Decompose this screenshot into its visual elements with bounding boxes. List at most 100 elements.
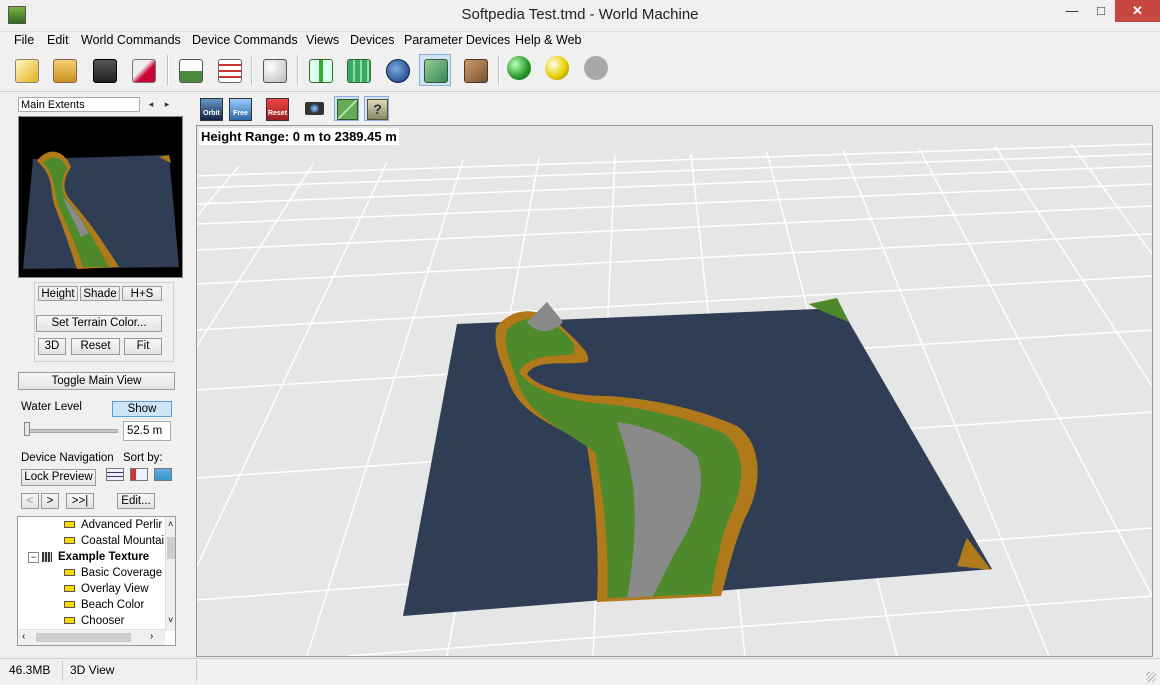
tree-item[interactable]: Beach Color — [64, 597, 144, 613]
height-shade-button[interactable]: H+S — [122, 286, 162, 301]
sort-list-icon[interactable] — [106, 468, 124, 481]
terrain-preview[interactable] — [18, 116, 183, 278]
edit-device-button[interactable]: Edit... — [117, 493, 155, 509]
menu-device-commands[interactable]: Device Commands — [192, 33, 298, 47]
tree-group[interactable]: − Example Texture — [28, 549, 149, 565]
device-navigation-label: Device Navigation — [21, 452, 114, 464]
title-bar: Softpedia Test.tmd - World Machine — □ ✕ — [0, 0, 1160, 32]
fit-button[interactable]: Fit — [124, 338, 162, 355]
tree-item[interactable]: Basic Coverage — [64, 565, 162, 581]
main-toolbar — [0, 51, 1160, 92]
new-file-icon[interactable] — [10, 54, 42, 86]
texture-icon[interactable] — [459, 54, 491, 86]
3d-button[interactable]: 3D — [38, 338, 66, 355]
open-folder-icon[interactable] — [48, 54, 80, 86]
device-node-icon — [64, 537, 75, 545]
resize-grip-icon[interactable] — [1146, 672, 1156, 682]
scroll-left-icon[interactable]: ‹ — [22, 631, 25, 642]
memory-status: 46.3MB — [9, 663, 51, 677]
tree-horizontal-scrollbar[interactable]: ‹ › — [18, 629, 165, 645]
device-node-icon — [64, 601, 75, 609]
toolbar-separator — [251, 55, 253, 85]
water-level-input[interactable]: 52.5 m — [123, 421, 171, 441]
help-icon[interactable]: ? — [364, 96, 389, 121]
orbit-button[interactable]: Orbit — [198, 96, 223, 121]
menu-parameter-devices[interactable]: Parameter Devices — [404, 33, 510, 47]
scroll-up-icon[interactable]: ˄ — [168, 519, 173, 529]
device-tree[interactable]: Advanced Perlir Coastal Mountai − Example… — [17, 516, 176, 646]
checklist-icon[interactable] — [213, 54, 245, 86]
tree-item[interactable]: Coastal Mountai — [64, 533, 164, 549]
terrain-preview-image — [23, 151, 179, 269]
wand-icon[interactable] — [127, 54, 159, 86]
lock-preview-button[interactable]: Lock Preview — [21, 469, 96, 486]
tree-item[interactable]: Advanced Perlir — [64, 517, 162, 533]
tree-item[interactable]: Overlay View — [64, 581, 149, 597]
collapse-icon[interactable]: − — [28, 552, 39, 563]
extents-selector[interactable]: Main Extents — [18, 97, 140, 112]
wireframe-icon[interactable] — [334, 96, 359, 121]
water-level-label: Water Level — [21, 401, 82, 413]
terrain-3d-render — [197, 126, 1152, 656]
maximize-button[interactable]: □ — [1087, 0, 1115, 22]
camera-icon[interactable] — [302, 96, 327, 121]
menu-help-web[interactable]: Help & Web — [515, 33, 581, 47]
water-level-slider-track[interactable] — [26, 429, 118, 433]
device-node-icon — [64, 569, 75, 577]
scroll-down-icon[interactable]: ˅ — [168, 615, 173, 625]
scroll-right-icon[interactable]: › — [150, 631, 153, 642]
water-level-slider-thumb[interactable] — [24, 422, 30, 436]
view-toolbar: Orbit Free Reset ? — [196, 93, 1160, 123]
height-button[interactable]: Height — [38, 286, 78, 301]
sort-type-icon[interactable] — [130, 468, 148, 481]
build-status-gray-icon[interactable] — [584, 56, 608, 80]
terrain-chart-icon[interactable] — [174, 54, 206, 86]
nav-last-button[interactable]: >>| — [66, 493, 94, 509]
toolbar-separator — [498, 55, 500, 85]
tree-vertical-scrollbar[interactable]: ˄ ˅ — [165, 517, 175, 631]
menu-file[interactable]: File — [14, 33, 34, 47]
set-terrain-color-button[interactable]: Set Terrain Color... — [36, 315, 162, 332]
menu-views[interactable]: Views — [306, 33, 339, 47]
water-show-button[interactable]: Show — [112, 401, 172, 417]
menu-devices[interactable]: Devices — [350, 33, 394, 47]
device-node-icon — [64, 585, 75, 593]
status-bar: 46.3MB 3D View — [0, 658, 1160, 685]
toggle-main-view-button[interactable]: Toggle Main View — [18, 372, 175, 390]
globe-icon[interactable] — [381, 54, 413, 86]
3d-viewport[interactable]: Height Range: 0 m to 2389.45 m — [196, 125, 1153, 657]
device-node-icon — [64, 521, 75, 529]
reset-view-button[interactable]: Reset — [264, 96, 289, 121]
extents-next-icon[interactable]: ▸ — [160, 97, 174, 112]
build-status-green-icon[interactable] — [507, 56, 531, 80]
minimize-button[interactable]: — — [1057, 0, 1087, 22]
menu-edit[interactable]: Edit — [47, 33, 69, 47]
sort-by-label: Sort by: — [123, 452, 163, 464]
tree-item[interactable]: Chooser — [64, 613, 124, 629]
save-disk-icon[interactable] — [88, 54, 120, 86]
toolbar-separator — [297, 55, 299, 85]
height-range-label: Height Range: 0 m to 2389.45 m — [199, 128, 399, 145]
dice-icon[interactable] — [258, 54, 290, 86]
grid-map-icon[interactable] — [342, 54, 374, 86]
menu-bar: File Edit World Commands Device Commands… — [0, 31, 1160, 51]
device-node-icon — [64, 617, 75, 625]
nav-prev-button[interactable]: < — [21, 493, 39, 509]
nav-next-button[interactable]: > — [41, 493, 59, 509]
menu-world-commands[interactable]: World Commands — [81, 33, 181, 47]
tree-hscroll-thumb[interactable] — [36, 633, 131, 642]
shade-button[interactable]: Shade — [80, 286, 120, 301]
3d-view-icon[interactable] — [419, 54, 451, 86]
tree-scroll-thumb[interactable] — [167, 537, 175, 559]
close-button[interactable]: ✕ — [1115, 0, 1160, 22]
free-button[interactable]: Free — [227, 96, 252, 121]
extents-prev-icon[interactable]: ◂ — [144, 97, 158, 112]
build-status-yellow-icon[interactable] — [545, 56, 569, 80]
device-layout-icon[interactable] — [304, 54, 336, 86]
view-status: 3D View — [70, 663, 115, 677]
status-divider — [62, 661, 63, 681]
reset-button[interactable]: Reset — [71, 338, 120, 355]
group-icon — [42, 551, 52, 562]
window-title: Softpedia Test.tmd - World Machine — [461, 6, 699, 23]
sort-layout-icon[interactable] — [154, 468, 172, 481]
